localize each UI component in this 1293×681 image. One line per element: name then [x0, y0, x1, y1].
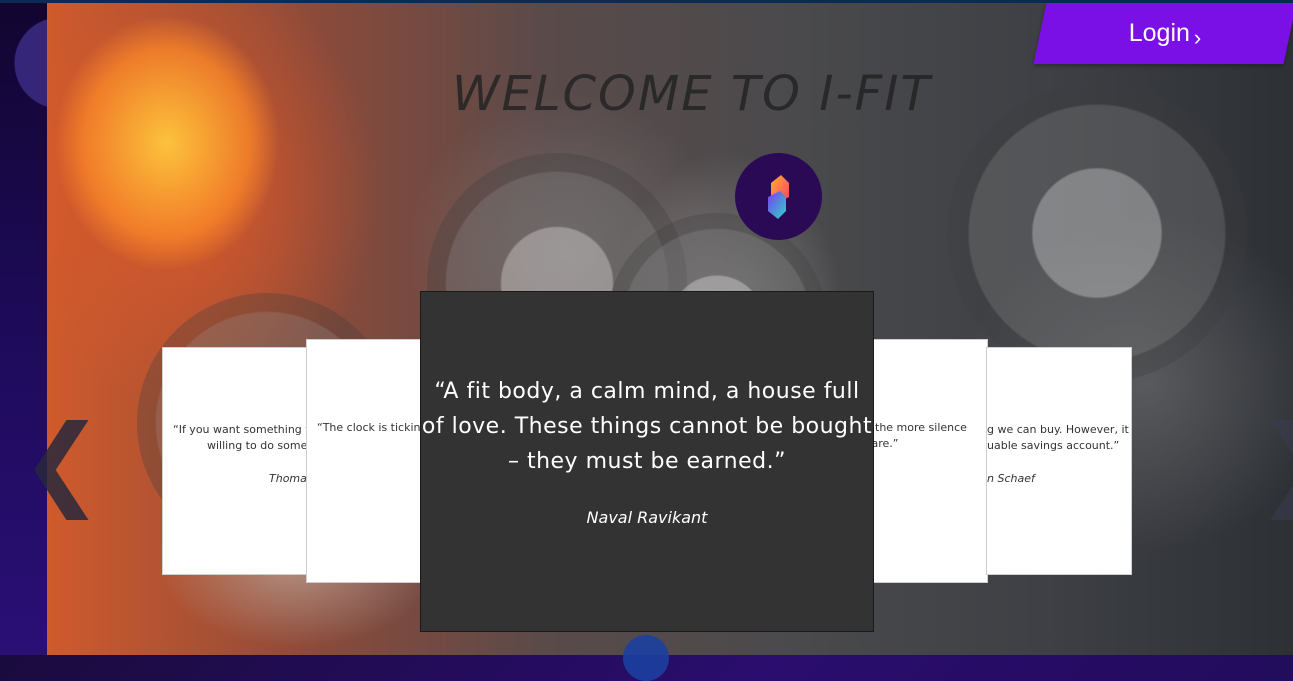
quote-line: g we can buy. However, it [987, 423, 1129, 436]
welcome-title: WELCOME TO I-FIT [452, 66, 932, 122]
quote-line: “A fit body, a calm mind, a house full [434, 379, 860, 404]
dumbbell-plate [947, 83, 1247, 383]
quote-line: “If you want something yo [173, 423, 319, 436]
quote-author: Naval Ravikant [586, 508, 708, 527]
quote-card[interactable]: “If you want something yo willing to do … [162, 347, 324, 575]
quote-line: – they must be earned.” [507, 449, 787, 474]
login-label: Login [1128, 19, 1190, 47]
carousel-next-arrow[interactable]: ❯ [1255, 412, 1293, 512]
left-sidebar-band [0, 3, 47, 655]
featured-quote: “A fit body, a calm mind, a house full o… [421, 374, 873, 479]
quote-card[interactable]: “The clock is tickin [306, 339, 438, 583]
chevron-right-icon: › [1193, 24, 1202, 50]
quote-card[interactable]: the more silence u are.” [860, 339, 988, 583]
featured-quote-card[interactable]: “A fit body, a calm mind, a house full o… [420, 291, 874, 632]
quote-line: willing to do someth [207, 439, 319, 452]
quote-line: uable savings account.” [987, 439, 1120, 452]
carousel-prev-arrow[interactable]: ❮ [20, 412, 104, 512]
app-logo[interactable] [735, 153, 822, 240]
quote-line: the more silence [875, 421, 967, 434]
quote-line: “The clock is tickin [317, 421, 421, 434]
quote-card[interactable]: g we can buy. However, it uable savings … [986, 347, 1132, 575]
app-logo-icon [768, 175, 789, 219]
login-button[interactable]: Login › [1033, 3, 1293, 64]
quote-line: of love. These things cannot be bought [421, 414, 873, 439]
quote-author: n Schaef [987, 472, 1035, 485]
scroll-indicator[interactable] [623, 635, 669, 681]
